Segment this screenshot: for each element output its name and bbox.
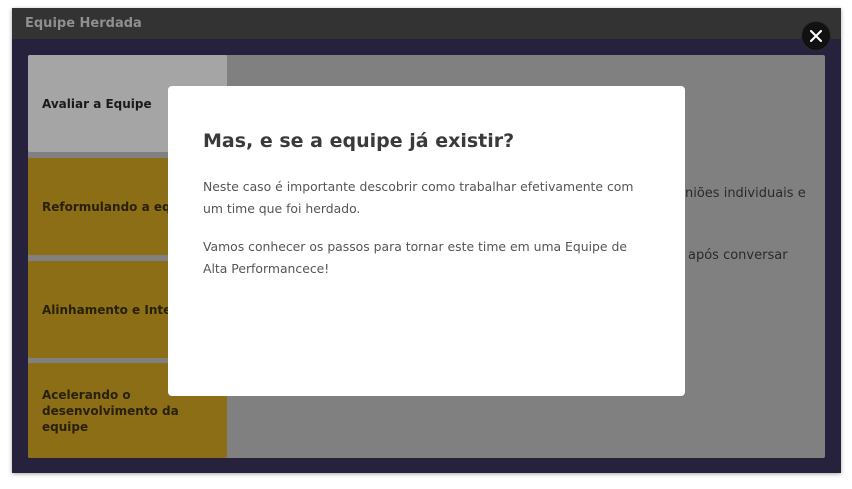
- modal-paragraph: Neste caso é importante descobrir como t…: [203, 179, 634, 216]
- tab-label: Avaliar a Equipe: [42, 96, 152, 111]
- modal-paragraph: Vamos conhecer os passos para tornar est…: [203, 239, 627, 276]
- close-icon: [810, 30, 822, 42]
- title-bar: Equipe Herdada: [12, 8, 841, 39]
- close-button[interactable]: [801, 21, 831, 51]
- modal-heading: Mas, e se a equipe já existir?: [203, 130, 515, 152]
- window-title: Equipe Herdada: [25, 16, 142, 31]
- background-text-line: após conversar: [688, 248, 788, 263]
- info-modal: Mas, e se a equipe já existir? Neste cas…: [168, 86, 685, 396]
- background-text-line: niões individuais e: [685, 186, 806, 201]
